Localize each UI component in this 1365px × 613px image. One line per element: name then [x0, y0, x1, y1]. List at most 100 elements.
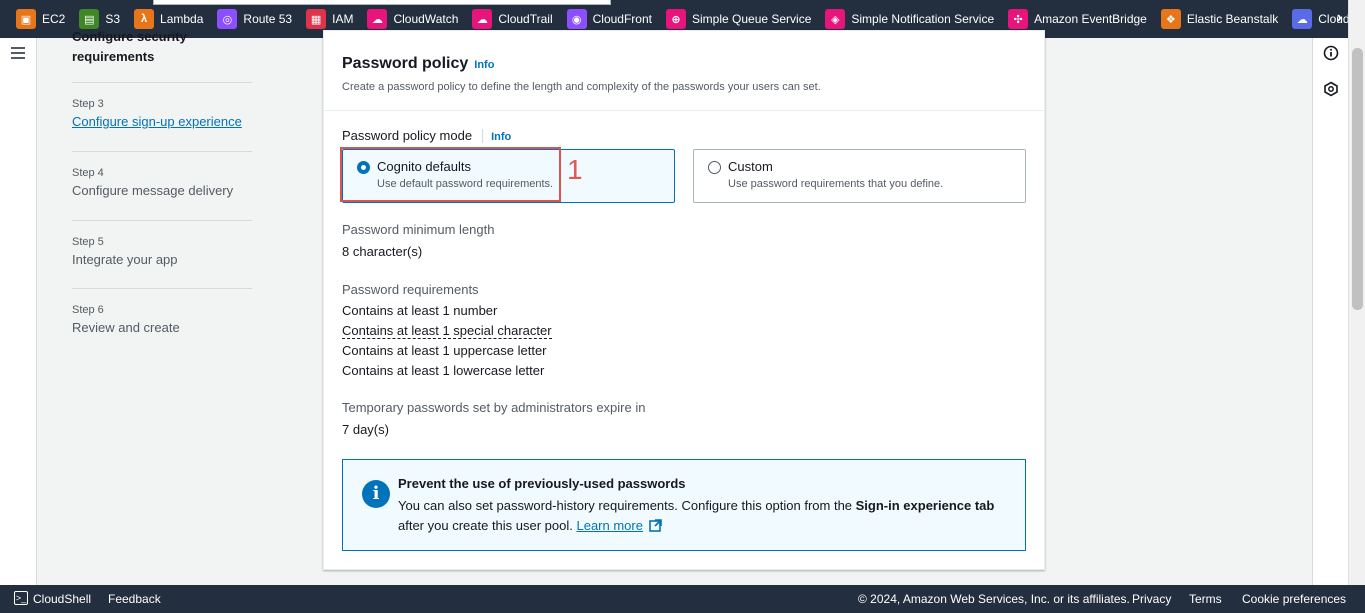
fav-beanstalk[interactable]: ❖ Elastic Beanstalk — [1160, 9, 1279, 29]
alert-body: You can also set password-history requir… — [398, 496, 1008, 536]
info-alert: i Prevent the use of previously-used pas… — [342, 459, 1026, 551]
s3-icon: ▤ — [79, 9, 100, 29]
requirements-label: Password requirements — [342, 282, 479, 297]
alert-title: Prevent the use of previously-used passw… — [398, 476, 686, 491]
terms-link[interactable]: Terms — [1189, 592, 1222, 606]
side-nav-rail — [0, 38, 37, 585]
fav-label: Amazon EventBridge — [1034, 12, 1147, 26]
temp-password-label: Temporary passwords set by administrator… — [342, 400, 646, 415]
fav-label: Elastic Beanstalk — [1186, 12, 1279, 26]
step-number: Step 6 — [72, 304, 104, 316]
fav-label: Route 53 — [243, 12, 293, 26]
temp-password-value: 7 day(s) — [342, 422, 389, 437]
current-step-title: Configure security requirements — [72, 29, 187, 64]
mode-label-row: Password policy mode Info — [342, 127, 511, 145]
step-name: Integrate your app — [72, 252, 178, 267]
fav-sns[interactable]: ◈ Simple Notification Service — [825, 9, 994, 29]
requirement-item: Contains at least 1 number — [342, 303, 498, 318]
cloudshell-link[interactable]: CloudShell — [33, 592, 91, 606]
sns-icon: ◈ — [825, 9, 846, 29]
step-name: Configure message delivery — [72, 183, 234, 198]
privacy-link[interactable]: Privacy — [1132, 592, 1171, 606]
fav-label: EC2 — [42, 12, 66, 26]
step-number: Step 5 — [72, 236, 104, 248]
mode-label: Password policy mode — [342, 128, 473, 143]
ec2-icon: ▣ — [16, 9, 36, 29]
requirement-item-special[interactable]: Contains at least 1 special character — [342, 323, 552, 339]
fav-label: IAM — [332, 12, 354, 26]
step-link-signup[interactable]: Configure sign-up experience — [72, 114, 252, 129]
min-length-value: 8 character(s) — [342, 244, 423, 259]
step-name: Review and create — [72, 320, 180, 335]
eventbridge-icon: ✣ — [1008, 9, 1029, 29]
option-custom[interactable]: Custom Use password requirements that yo… — [693, 149, 1026, 203]
step-item-5: Step 5 Integrate your app — [72, 221, 252, 288]
cloudfront-icon: ◉ — [566, 9, 587, 29]
annotation-number: 1 — [567, 154, 583, 185]
fav-lambda[interactable]: λ Lambda — [134, 9, 203, 29]
iam-icon: ▦ — [306, 9, 327, 29]
fav-eventbridge[interactable]: ✣ Amazon EventBridge — [1008, 9, 1147, 29]
annotation-highlight-box — [340, 147, 561, 202]
fav-label: Simple Notification Service — [851, 12, 995, 26]
alert-bold-text: Sign-in experience tab — [855, 498, 995, 513]
step-number: Step 4 — [72, 167, 104, 179]
page-scrollbar[interactable] — [1348, 0, 1365, 585]
fav-cloudfront[interactable]: ◉ CloudFront — [566, 9, 652, 29]
fav-label: CloudFront — [592, 12, 652, 26]
info-circle-icon[interactable] — [1323, 45, 1339, 61]
cookie-preferences-link[interactable]: Cookie preferences — [1242, 592, 1346, 606]
mode-info-link[interactable]: Info — [491, 131, 511, 143]
fav-ec2[interactable]: ▣ EC2 — [16, 9, 65, 29]
min-length-label: Password minimum length — [342, 222, 495, 237]
fav-iam[interactable]: ▦ IAM — [306, 9, 353, 29]
hexagon-settings-icon[interactable] — [1323, 81, 1339, 97]
search-dropdown-edge — [153, 0, 611, 5]
feedback-link[interactable]: Feedback — [108, 592, 161, 606]
wizard-steps-nav: Configure security requirements Step 3 C… — [72, 27, 252, 335]
external-link-icon[interactable] — [648, 519, 662, 532]
radio-custom[interactable] — [708, 161, 721, 174]
hamburger-menu-icon[interactable] — [11, 47, 25, 62]
fav-label: Cloud9 — [1318, 12, 1348, 26]
cloudwatch-icon: ☁ — [367, 9, 388, 29]
fav-label: Lambda — [160, 12, 204, 26]
cloudshell-icon[interactable]: >_ — [14, 591, 28, 605]
panel-description: Create a password policy to define the l… — [342, 81, 821, 93]
learn-more-link[interactable]: Learn more — [576, 518, 642, 533]
fav-cloudwatch[interactable]: ☁ CloudWatch — [367, 9, 458, 29]
cloud9-icon: ☁ — [1292, 9, 1313, 29]
route53-icon: ◎ — [217, 9, 238, 29]
option-desc: Use password requirements that you defin… — [728, 178, 944, 190]
console-footer: >_ CloudShell Feedback © 2024, Amazon We… — [0, 585, 1365, 613]
requirement-item: Contains at least 1 lowercase letter — [342, 363, 545, 378]
step-item-4: Step 4 Configure message delivery — [72, 152, 252, 220]
fav-label: CloudWatch — [393, 12, 459, 26]
lambda-icon: λ — [134, 9, 155, 29]
cloudtrail-icon: ☁ — [472, 9, 493, 29]
fav-cloudtrail[interactable]: ☁ CloudTrail — [472, 9, 553, 29]
utility-rail — [1312, 38, 1348, 585]
requirement-item: Contains at least 1 uppercase letter — [342, 343, 547, 358]
panel-title: Password policy — [342, 55, 469, 72]
fav-route53[interactable]: ◎ Route 53 — [217, 9, 292, 29]
step-number: Step 3 — [72, 98, 104, 110]
fav-label: S3 — [105, 12, 121, 26]
option-title: Custom — [728, 159, 773, 174]
chevron-right-icon[interactable]: › — [1337, 9, 1342, 27]
info-link[interactable]: Info — [474, 59, 494, 71]
copyright-text: © 2024, Amazon Web Services, Inc. or its… — [858, 592, 1130, 606]
fav-label: Simple Queue Service — [692, 12, 812, 26]
step-item-3: Step 3 Configure sign-up experience — [72, 83, 252, 151]
info-icon: i — [362, 480, 390, 508]
scrollbar-thumb[interactable] — [1352, 48, 1363, 310]
alert-text: You can also set password-history requir… — [398, 498, 856, 513]
fav-sqs[interactable]: ⊕ Simple Queue Service — [666, 9, 811, 29]
separator — [482, 128, 484, 143]
fav-label: CloudTrail — [498, 12, 553, 26]
fav-s3[interactable]: ▤ S3 — [79, 9, 120, 29]
sqs-icon: ⊕ — [666, 9, 686, 29]
beanstalk-icon: ❖ — [1160, 9, 1181, 29]
step-item-6: Step 6 Review and create — [72, 289, 252, 335]
alert-text: after you create this user pool. — [398, 518, 577, 533]
